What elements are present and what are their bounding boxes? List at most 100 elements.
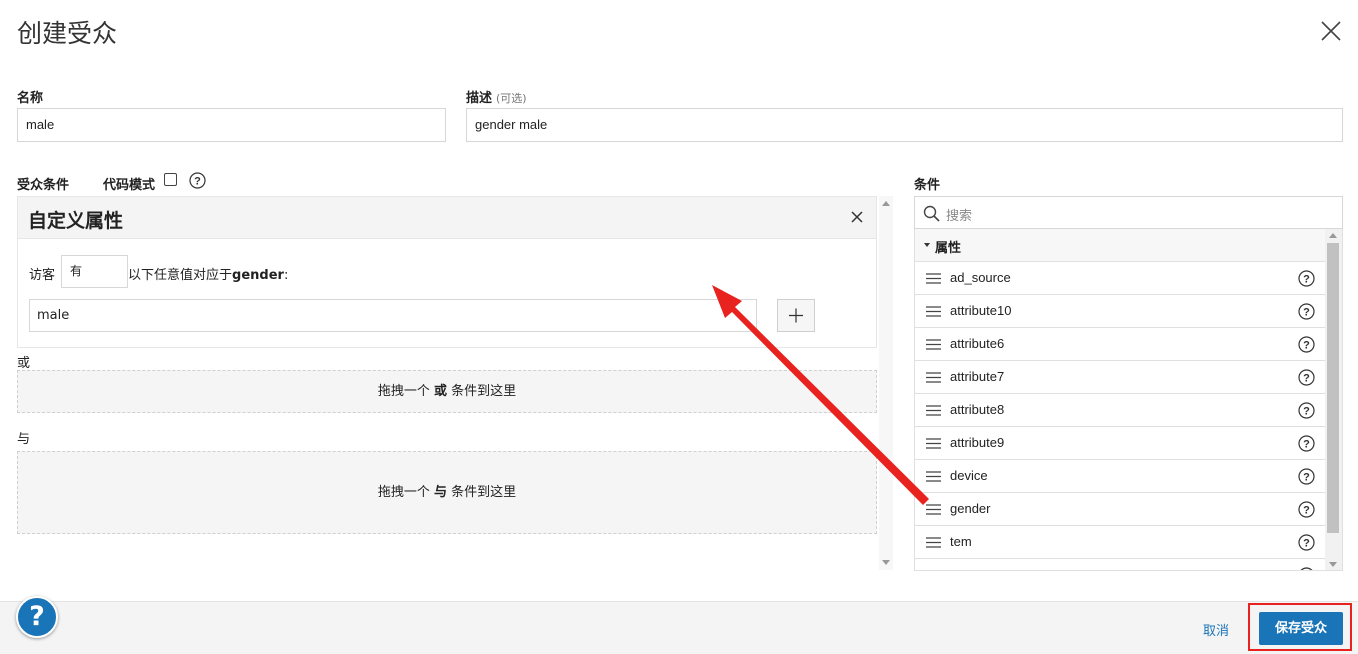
attribute-item[interactable]: attribute6? <box>915 328 1326 361</box>
attribute-name: attribute10 <box>950 303 1012 318</box>
and-drop-suffix: 条件到这里 <box>451 485 517 500</box>
help-circle-icon[interactable]: ? <box>1298 369 1315 386</box>
drag-handle-icon[interactable] <box>926 504 941 515</box>
attribute-item[interactable]: device? <box>915 460 1326 493</box>
help-circle-icon[interactable]: ? <box>1298 303 1315 320</box>
name-input[interactable]: male <box>17 108 446 142</box>
dialog-title: 创建受众 <box>17 19 118 48</box>
dialog-footer <box>0 601 1358 654</box>
search-icon <box>923 205 940 222</box>
and-label: 与 <box>17 432 31 447</box>
attribute-name: ad_source <box>950 270 1011 285</box>
search-input[interactable]: 搜索 <box>914 196 1343 229</box>
svg-text:?: ? <box>1303 340 1310 352</box>
scroll-down-icon[interactable] <box>882 560 890 565</box>
attribute-item[interactable]: attribute9? <box>915 427 1326 460</box>
any-value-text: 以下任意值对应于gender: <box>128 264 288 283</box>
and-drop-zone[interactable]: 拖拽一个 与 条件到这里 <box>17 451 877 534</box>
list-scroll-up-icon[interactable] <box>1329 233 1337 238</box>
drag-handle-icon[interactable] <box>926 372 941 383</box>
drag-handle-icon[interactable] <box>926 570 941 571</box>
drag-handle-icon[interactable] <box>926 339 941 350</box>
conditions-list-label: 条件 <box>914 178 941 193</box>
list-scroll-down-icon[interactable] <box>1329 562 1337 567</box>
svg-text:?: ? <box>1303 406 1310 418</box>
help-circle-icon[interactable]: ? <box>1298 270 1315 287</box>
or-label: 或 <box>17 356 31 371</box>
attribute-item[interactable]: gender? <box>915 493 1326 526</box>
or-drop-prefix: 拖拽一个 <box>377 384 430 399</box>
code-mode-checkbox[interactable] <box>164 173 177 186</box>
and-drop-prefix: 拖拽一个 <box>377 485 430 500</box>
or-drop-suffix: 条件到这里 <box>451 384 517 399</box>
scroll-up-icon[interactable] <box>882 201 890 206</box>
remove-condition-icon[interactable] <box>850 210 864 224</box>
help-circle-icon[interactable]: ? <box>1298 402 1315 419</box>
attribute-name: gender <box>950 501 991 516</box>
optional-hint: (可选) <box>496 92 527 105</box>
help-circle-icon[interactable] <box>1298 567 1315 571</box>
audience-conditions-label: 受众条件 <box>17 178 70 193</box>
drag-handle-icon[interactable] <box>926 471 941 482</box>
or-drop-keyword: 或 <box>433 384 447 399</box>
match-select[interactable]: 有 <box>61 255 128 288</box>
drag-handle-icon[interactable] <box>926 537 941 548</box>
list-scrollbar[interactable] <box>1325 229 1342 570</box>
attribute-name: gender <box>232 268 284 283</box>
attribute-item[interactable]: ad_source? <box>915 262 1326 295</box>
name-label: 名称 <box>17 91 44 106</box>
svg-text:?: ? <box>1303 439 1310 451</box>
code-mode-label: 代码模式 <box>103 178 156 193</box>
attribute-item[interactable]: tem? <box>915 526 1326 559</box>
svg-text:?: ? <box>194 176 201 188</box>
description-label-text: 描述 <box>466 91 493 106</box>
condition-header: 自定义属性 <box>18 197 876 239</box>
help-circle-icon[interactable]: ? <box>189 172 206 189</box>
collapse-triangle-icon <box>924 243 930 247</box>
attribute-item[interactable]: attribute10? <box>915 295 1326 328</box>
attribute-item[interactable]: attribute7? <box>915 361 1326 394</box>
any-value-prefix: 以下任意值对应于 <box>128 268 233 283</box>
any-value-suffix: : <box>283 268 289 283</box>
attribute-item-partial[interactable] <box>915 559 1326 571</box>
attribute-item[interactable]: attribute8? <box>915 394 1326 427</box>
description-input[interactable]: gender male <box>466 108 1343 142</box>
svg-text:?: ? <box>1303 538 1310 550</box>
help-circle-icon[interactable]: ? <box>1298 468 1315 485</box>
drag-handle-icon[interactable] <box>926 438 941 449</box>
and-drop-keyword: 与 <box>433 485 447 500</box>
save-audience-button[interactable]: 保存受众 <box>1259 612 1343 645</box>
drag-handle-icon[interactable] <box>926 405 941 416</box>
close-icon[interactable] <box>1318 18 1344 44</box>
svg-text:?: ? <box>1303 274 1310 286</box>
custom-attribute-condition: 自定义属性 访客 有 以下任意值对应于gender: male <box>17 196 877 348</box>
svg-text:?: ? <box>1303 505 1310 517</box>
help-circle-icon[interactable]: ? <box>1298 435 1315 452</box>
drag-handle-icon[interactable] <box>926 273 941 284</box>
list-scroll-thumb[interactable] <box>1327 243 1339 533</box>
help-circle-icon[interactable]: ? <box>1298 336 1315 353</box>
attributes-group-header[interactable]: 属性 <box>915 229 1342 262</box>
description-label: 描述 (可选) <box>466 87 527 106</box>
conditions-list: 属性 ad_source? attribute10? attribute6? attr… <box>914 229 1343 571</box>
attribute-name: attribute8 <box>950 402 1005 417</box>
create-audience-dialog: 创建受众 名称 male 描述 (可选) gender male 受众条件 代码模… <box>0 0 1358 654</box>
attribute-name: tem <box>950 534 972 549</box>
search-placeholder: 搜索 <box>946 209 973 224</box>
help-button[interactable]: ? <box>16 596 58 638</box>
attribute-name: attribute6 <box>950 336 1005 351</box>
svg-text:?: ? <box>1303 307 1310 319</box>
cancel-button[interactable]: 取消 <box>1203 620 1229 639</box>
help-circle-icon[interactable]: ? <box>1298 501 1315 518</box>
drag-handle-icon[interactable] <box>926 306 941 317</box>
attribute-items: ad_source? attribute10? attribute6? attribu… <box>915 262 1342 571</box>
value-input[interactable]: male <box>29 299 757 332</box>
svg-text:?: ? <box>1303 373 1310 385</box>
svg-text:?: ? <box>1303 472 1310 484</box>
attribute-name: attribute9 <box>950 435 1005 450</box>
or-drop-zone[interactable]: 拖拽一个 或 条件到这里 <box>17 370 877 413</box>
help-circle-icon[interactable]: ? <box>1298 534 1315 551</box>
group-title: 属性 <box>935 241 962 256</box>
add-value-button[interactable] <box>777 299 815 332</box>
conditions-scrollbar[interactable] <box>879 196 893 570</box>
